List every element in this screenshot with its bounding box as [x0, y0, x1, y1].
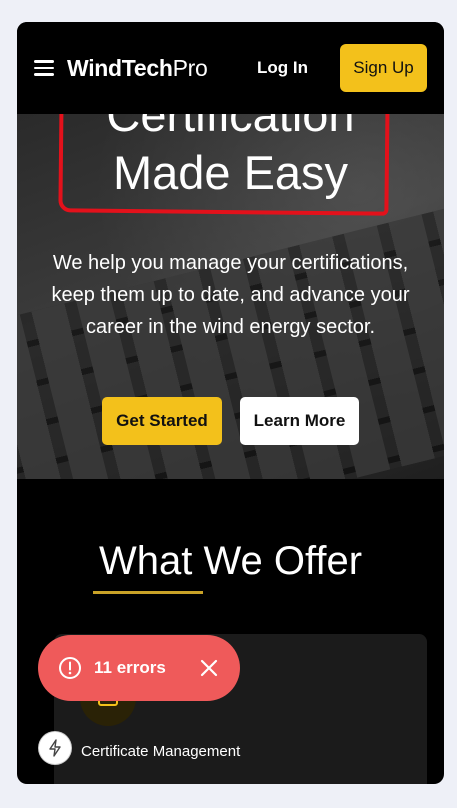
alert-circle-icon	[59, 657, 81, 679]
section-title: What We Offer	[98, 539, 363, 583]
logo-bold-text: WindTech	[67, 55, 173, 81]
signup-button[interactable]: Sign Up	[340, 44, 427, 92]
error-toast[interactable]: 11 errors	[38, 635, 240, 701]
menu-icon[interactable]	[34, 60, 54, 76]
logo-light-text: Pro	[172, 55, 208, 81]
error-count: 11 errors	[94, 658, 166, 677]
brand-logo[interactable]: WindTechPro	[67, 55, 208, 82]
red-annotation-box	[58, 114, 390, 216]
bolt-icon[interactable]	[39, 732, 71, 764]
learn-more-button[interactable]: Learn More	[240, 397, 359, 445]
login-link[interactable]: Log In	[257, 58, 308, 78]
get-started-button[interactable]: Get Started	[102, 397, 222, 445]
hero-section: Certification Made Easy We help you mana…	[17, 114, 444, 479]
feature-card-label: Certificate Management	[81, 743, 241, 760]
close-icon[interactable]	[198, 657, 220, 679]
top-header: WindTechPro Log In Sign Up	[17, 22, 444, 114]
title-underline	[93, 591, 203, 594]
hero-description: We help you manage your certifications, …	[51, 252, 410, 338]
